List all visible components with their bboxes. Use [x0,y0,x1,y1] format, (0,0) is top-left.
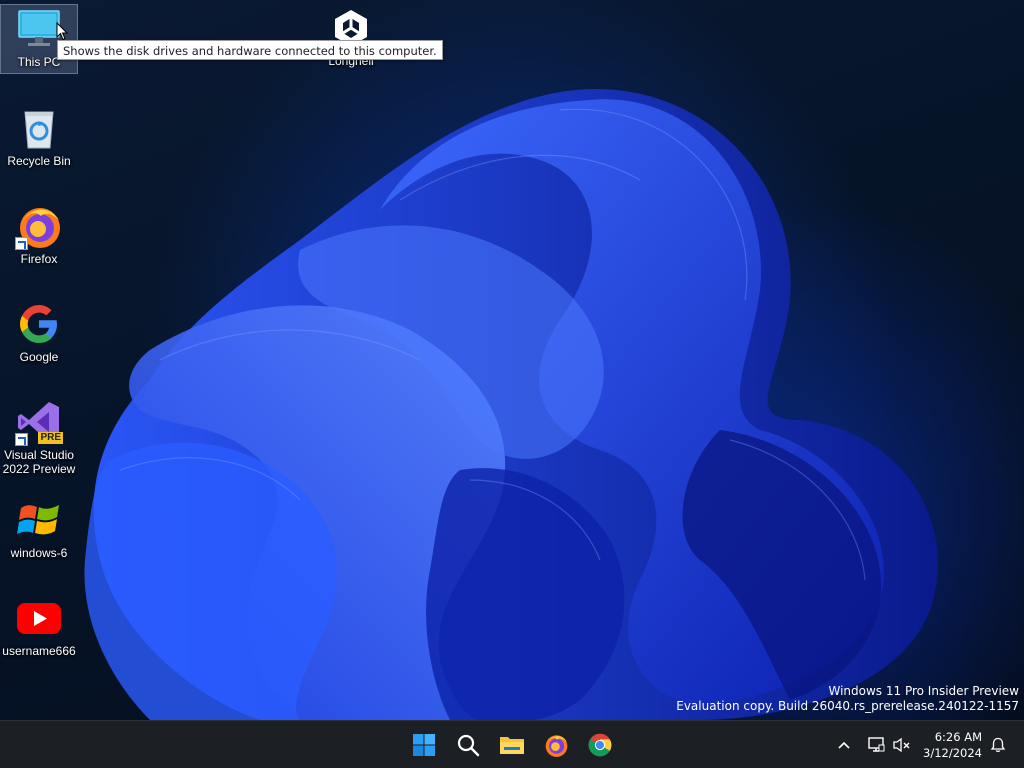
start-icon [413,734,435,756]
firefox-icon [545,735,568,757]
mouse-cursor-icon [56,22,68,41]
desktop[interactable]: This PC Recycle Bin Firefox Google PRE V… [0,0,1024,720]
windows-flag-icon [15,496,63,544]
google-icon [15,300,63,348]
file-explorer-icon [500,737,524,754]
desktop-icon-visual-studio[interactable]: PRE Visual Studio 2022 Preview [0,398,78,476]
shortcut-arrow-icon [15,433,28,446]
firefox-taskbar-button[interactable] [538,727,574,763]
desktop-icon-label: Firefox [20,252,58,266]
youtube-icon [15,594,63,642]
chrome-icon [588,733,612,757]
volume-muted-icon [893,737,910,753]
desktop-icon-firefox[interactable]: Firefox [0,202,78,266]
desktop-icon-google[interactable]: Google [0,300,78,364]
watermark-line1: Windows 11 Pro Insider Preview [828,684,1019,698]
search-icon [457,734,480,757]
volume-button[interactable] [888,727,916,763]
desktop-icon-label: Visual Studio [4,448,74,462]
visual-studio-icon: PRE [15,398,63,446]
recycle-bin-icon [15,104,63,152]
desktop-icon-label-line2: 2022 Preview [2,462,76,476]
tooltip: Shows the disk drives and hardware conne… [57,40,443,60]
desktop-icon-username666[interactable]: username666 [0,594,78,658]
desktop-icon-recycle-bin[interactable]: Recycle Bin [0,104,78,168]
chevron-up-icon [838,741,850,749]
desktop-icon-label: Google [19,350,59,364]
clock-time: 6:26 AM [934,730,982,744]
show-hidden-icons-button[interactable] [830,727,858,763]
desktop-icon-label: Recycle Bin [7,154,71,168]
taskbar: 6:26 AM 3/12/2024 [0,720,1024,768]
firefox-icon [15,202,63,250]
clock[interactable]: 6:26 AM 3/12/2024 [923,729,982,761]
chrome-taskbar-button[interactable] [582,727,618,763]
network-icon [868,737,885,752]
file-explorer-button[interactable] [494,727,530,763]
desktop-icon-label: windows-6 [10,546,68,560]
search-button[interactable] [450,727,486,763]
desktop-icon-windows-6[interactable]: windows-6 [0,496,78,560]
network-button[interactable] [862,727,890,763]
pre-badge: PRE [38,432,63,444]
notification-bell-icon [990,737,1006,752]
shortcut-arrow-icon [15,237,28,250]
notifications-button[interactable] [984,727,1012,763]
desktop-icon-label: username666 [2,644,76,658]
clock-date: 3/12/2024 [923,746,982,760]
evaluation-watermark: Windows 11 Pro Insider Preview Evaluatio… [676,684,1019,714]
start-button[interactable] [406,727,442,763]
watermark-line2: Evaluation copy. Build 26040.rs_prerelea… [676,699,1019,713]
wallpaper-bloom [84,88,938,720]
